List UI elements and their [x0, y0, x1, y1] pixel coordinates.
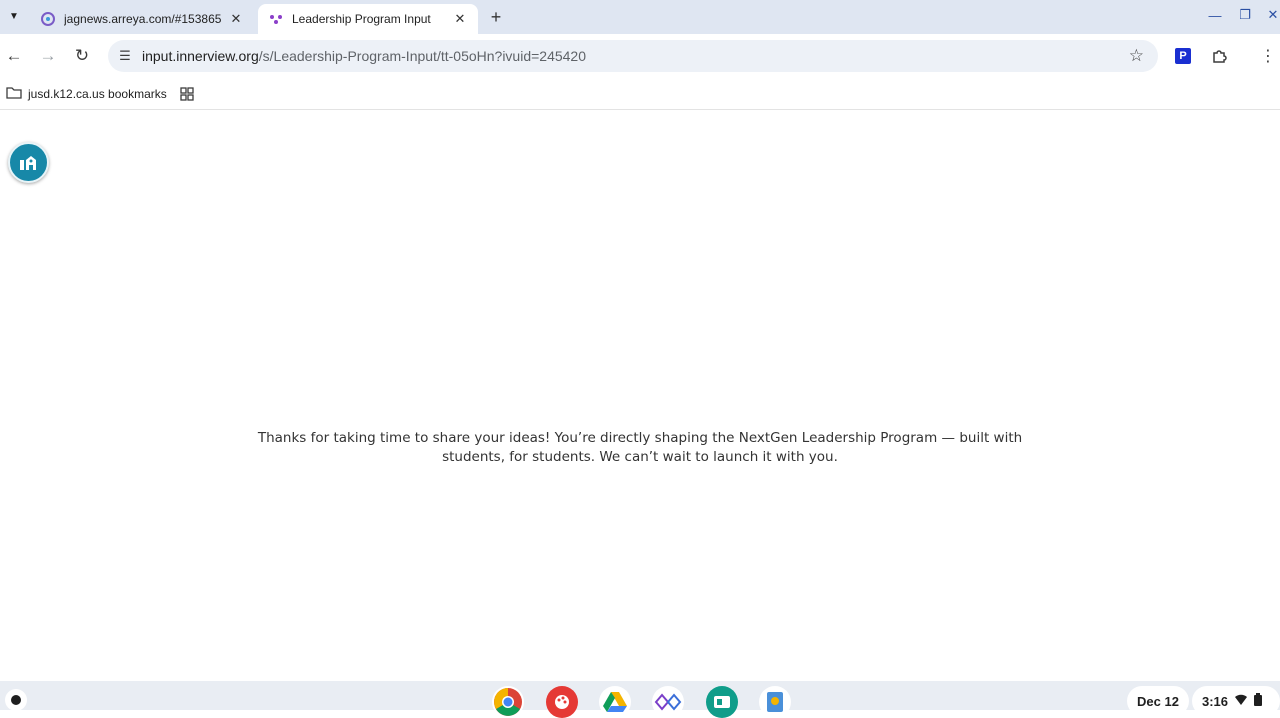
url-text[interactable]: input.innerview.org/s/Leadership-Program… [142, 48, 586, 64]
tab-strip: ▼ jagnews.arreya.com/#153865 ✕ Leadershi… [0, 0, 1280, 34]
browser-toolbar: ← → ↻ ☰ input.innerview.org/s/Leadership… [0, 34, 1280, 78]
palette-icon[interactable] [546, 686, 578, 718]
classroom-icon[interactable] [706, 686, 738, 718]
minimize-icon[interactable]: — [1204, 4, 1226, 26]
forward-arrow-icon[interactable]: → [36, 44, 60, 68]
page-content: Thanks for taking time to share your ide… [0, 111, 1280, 681]
date-text: Dec 12 [1137, 693, 1179, 709]
battery-icon [1254, 693, 1263, 709]
new-tab-button[interactable]: + [485, 6, 507, 28]
extension-p-icon[interactable]: P [1175, 48, 1191, 64]
innerview-favicon-icon [268, 11, 284, 27]
status-tray[interactable]: 3:16 [1192, 686, 1280, 716]
keep-icon[interactable] [759, 686, 791, 718]
tab-search-dropdown-icon[interactable]: ▼ [4, 6, 24, 26]
tab-jagnews[interactable]: jagnews.arreya.com/#153865 ✕ [30, 4, 254, 34]
url-domain: input.innerview.org [142, 48, 259, 64]
address-bar[interactable]: ☰ input.innerview.org/s/Leadership-Progr… [108, 40, 1158, 72]
tab-title: jagnews.arreya.com/#153865 [64, 12, 222, 26]
thank-you-message: Thanks for taking time to share your ide… [240, 429, 1040, 467]
url-path: /s/Leadership-Program-Input/tt-05oHn?ivu… [258, 48, 587, 64]
jagnews-favicon-icon [40, 11, 56, 27]
accessibility-fab-icon[interactable] [8, 142, 49, 183]
bookmarks-bar: jusd.k12.ca.us bookmarks [0, 78, 1280, 110]
bookmark-folder[interactable]: jusd.k12.ca.us bookmarks [6, 84, 167, 104]
bookmark-star-icon[interactable]: ☆ [1129, 46, 1144, 66]
message-line-2: students, for students. We can’t wait to… [442, 449, 838, 465]
date-pill[interactable]: Dec 12 [1127, 686, 1189, 716]
close-tab-icon[interactable]: ✕ [452, 11, 468, 27]
managed-folder-icon [6, 86, 22, 103]
extensions-puzzle-icon[interactable] [1208, 45, 1230, 67]
restore-icon[interactable]: ❐ [1234, 4, 1256, 26]
innerview-icon[interactable] [652, 686, 684, 718]
bookmark-folder-label: jusd.k12.ca.us bookmarks [28, 87, 167, 101]
os-shelf: Dec 12 3:16 [0, 681, 1280, 718]
wifi-icon [1234, 694, 1248, 709]
message-line-1: Thanks for taking time to share your ide… [257, 430, 1023, 446]
tab-leadership-program-input[interactable]: Leadership Program Input ✕ [258, 4, 478, 34]
reload-icon[interactable]: ↻ [70, 44, 94, 68]
chrome-icon[interactable] [492, 686, 524, 718]
more-menu-icon[interactable]: ⋮ [1258, 45, 1278, 67]
time-text: 3:16 [1202, 693, 1229, 709]
drive-icon[interactable] [599, 686, 631, 718]
close-tab-icon[interactable]: ✕ [228, 11, 244, 27]
apps-grid-icon[interactable] [178, 84, 196, 104]
back-arrow-icon[interactable]: ← [2, 44, 26, 68]
site-info-icon[interactable]: ☰ [108, 48, 142, 64]
launcher-icon[interactable] [5, 689, 27, 711]
close-window-icon[interactable]: ✕ [1262, 4, 1280, 26]
tab-title: Leadership Program Input [292, 12, 431, 26]
